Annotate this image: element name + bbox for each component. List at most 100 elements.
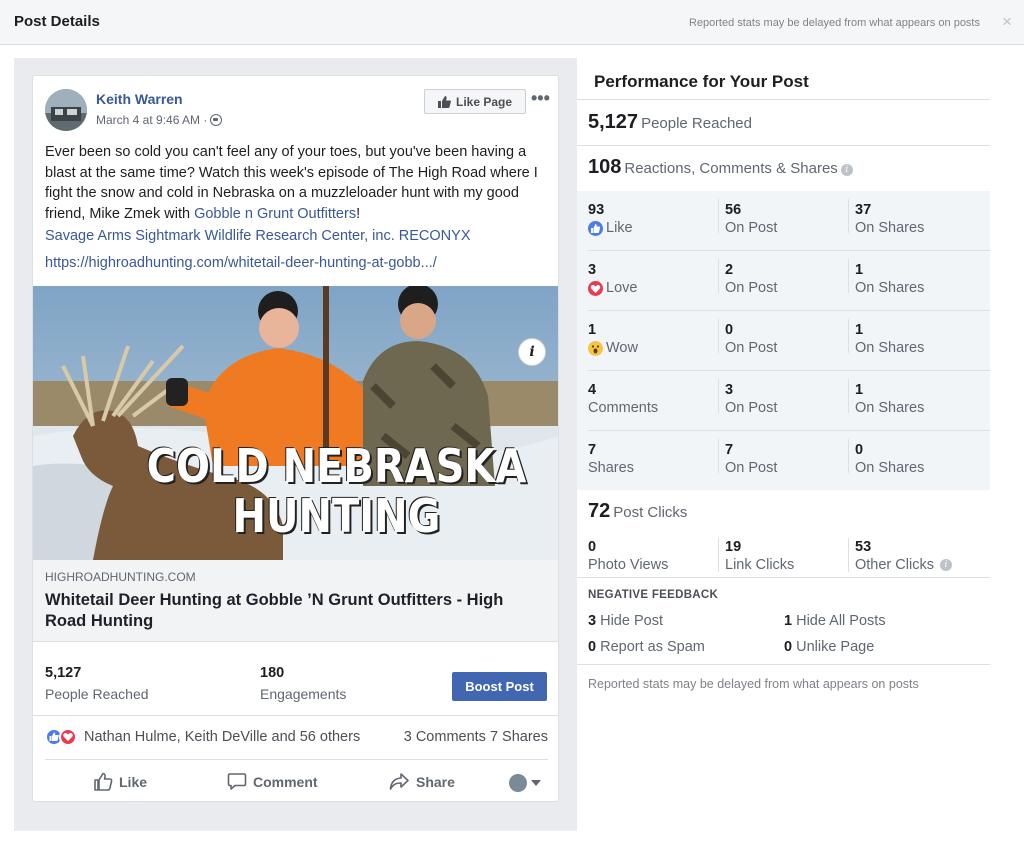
page-avatar[interactable]	[45, 89, 87, 131]
like-on-shares-count: 37	[855, 202, 872, 218]
post-image[interactable]: COLD NEBRASKA HUNTING	[33, 286, 558, 560]
people-reached-count: 5,127	[588, 111, 639, 133]
modal-header: Post Details Reported stats may be delay…	[0, 0, 1024, 45]
separator	[718, 379, 719, 413]
separator	[718, 538, 719, 572]
info-icon[interactable]: i	[840, 164, 853, 176]
love-reaction-icon	[588, 280, 603, 296]
post-author[interactable]: Keith Warren	[96, 91, 183, 107]
reaction-names[interactable]: Nathan Hulme, Keith DeVille and 56 other…	[84, 729, 360, 745]
info-icon[interactable]: i	[518, 338, 546, 366]
share-icon	[389, 773, 409, 790]
reactions-summary: Nathan Hulme, Keith DeVille and 56 other…	[33, 716, 558, 758]
shares-on-shares-count: 0	[855, 442, 864, 458]
wow-label: Wow	[606, 340, 638, 356]
globe-icon	[210, 114, 223, 126]
reached-label: People Reached	[45, 686, 149, 702]
like-outline-icon	[94, 772, 113, 791]
boost-post-button[interactable]: Boost Post	[452, 672, 547, 701]
hide-post-label: Hide Post	[600, 613, 663, 629]
people-reached-label: People Reached	[641, 115, 752, 132]
post-as-selector[interactable]	[509, 774, 541, 792]
spam-stat: 0 Report as Spam	[588, 639, 705, 655]
spam-label: Report as Spam	[600, 639, 705, 655]
hide-post-count: 3	[588, 613, 597, 629]
separator	[718, 439, 719, 473]
info-icon[interactable]: i	[939, 559, 952, 571]
image-title-line-1: COLD NEBRASKA	[146, 440, 527, 494]
separator	[848, 379, 849, 413]
like-on-post-count: 56	[725, 202, 742, 218]
love-count: 3	[588, 262, 597, 278]
comments-on-shares-count: 1	[855, 382, 864, 398]
breakdown-row-like: 93 Like 56 On Post 37 On Shares	[577, 191, 990, 251]
separator	[848, 259, 849, 293]
breakdown-row-love: 3 Love 2 On Post 1 On Shares	[577, 251, 990, 311]
post-card: Keith Warren March 4 at 9:46 AM · Like P…	[32, 75, 559, 802]
reaction-icons[interactable]	[45, 728, 81, 746]
on-shares-label: On Shares	[855, 460, 925, 476]
engagements-count: 180	[260, 665, 285, 681]
post-url-link[interactable]: https://highroadhunting.com/whitetail-de…	[45, 255, 437, 271]
close-icon[interactable]: ×	[1002, 12, 1012, 32]
tagged-page-link[interactable]: Gobble n Grunt Outfitters	[194, 206, 356, 222]
on-shares-label: On Shares	[855, 400, 925, 416]
like-count: 93	[588, 202, 605, 218]
on-shares-label: On Shares	[855, 340, 925, 356]
link-title: Whitetail Deer Hunting at Gobble ’N Grun…	[45, 591, 504, 630]
separator	[718, 259, 719, 293]
unlike-stat: 0 Unlike Page	[784, 639, 874, 655]
post-tags[interactable]: Savage Arms Sightmark Wildlife Research …	[45, 228, 470, 244]
modal-title: Post Details	[14, 13, 100, 30]
share-action-label: Share	[416, 773, 455, 790]
mini-avatar	[509, 774, 527, 792]
other-clicks-count: 53	[855, 539, 872, 555]
link-domain: HIGHROADHUNTING.COM	[45, 570, 196, 584]
on-post-label: On Post	[725, 460, 778, 476]
performance-title: Performance for Your Post	[594, 72, 809, 91]
comments-label: Comments	[588, 400, 659, 416]
like-page-button[interactable]: Like Page	[424, 89, 526, 114]
love-on-post-count: 2	[725, 262, 734, 278]
post-actions: Like Comment Share	[45, 759, 548, 801]
post-message: Ever been so cold you can't feel any of …	[45, 142, 552, 224]
breakdown-row-shares: 7 Shares 7 On Post 0 On Shares	[577, 431, 990, 491]
divider	[577, 664, 990, 665]
separator	[848, 439, 849, 473]
post-message-end: !	[356, 205, 361, 222]
wow-reaction-icon	[588, 340, 603, 356]
reactions-breakdown: 93 Like 56 On Post 37 On Shares 3 Love 2 On P…	[577, 191, 990, 490]
modal-delay-note: Reported stats may be delayed from what …	[688, 17, 980, 29]
separator	[718, 199, 719, 233]
love-label: Love	[606, 280, 638, 296]
image-title-line-2: HUNTING	[232, 490, 441, 544]
link-preview[interactable]: HIGHROADHUNTING.COM Whitetail Deer Hunti…	[33, 560, 558, 642]
love-reaction-icon	[59, 728, 77, 746]
post-preview-panel: Keith Warren March 4 at 9:46 AM · Like P…	[14, 58, 577, 831]
separator	[848, 319, 849, 353]
unlike-label: Unlike Page	[796, 639, 875, 655]
hide-all-count: 1	[784, 613, 793, 629]
like-action-button[interactable]: Like	[93, 772, 147, 791]
like-action-label: Like	[119, 773, 148, 790]
comment-share-counts[interactable]: 3 Comments 7 Shares	[404, 729, 548, 745]
divider	[577, 145, 990, 146]
link-clicks-label: Link Clicks	[725, 557, 795, 573]
like-page-label: Like Page	[455, 94, 513, 109]
shares-label: Shares	[588, 460, 634, 476]
post-clicks-label: Post Clicks	[613, 504, 688, 521]
post-stats-row: 5,127 People Reached 180 Engagements Boo…	[33, 654, 558, 716]
thumbs-up-icon	[437, 95, 451, 108]
post-clicks-row: 72 Post Clicks	[588, 500, 687, 523]
divider	[577, 99, 990, 100]
unlike-count: 0	[784, 639, 793, 655]
share-action-button[interactable]: Share	[389, 772, 455, 791]
separator	[848, 538, 849, 572]
more-options-icon[interactable]: •••	[531, 88, 550, 109]
post-timestamp[interactable]: March 4 at 9:46 AM ·	[96, 113, 223, 127]
comment-action-button[interactable]: Comment	[227, 772, 318, 791]
reached-count: 5,127	[45, 665, 82, 681]
comment-action-label: Comment	[253, 773, 318, 790]
hide-all-label: Hide All Posts	[796, 613, 886, 629]
spam-count: 0	[588, 639, 597, 655]
